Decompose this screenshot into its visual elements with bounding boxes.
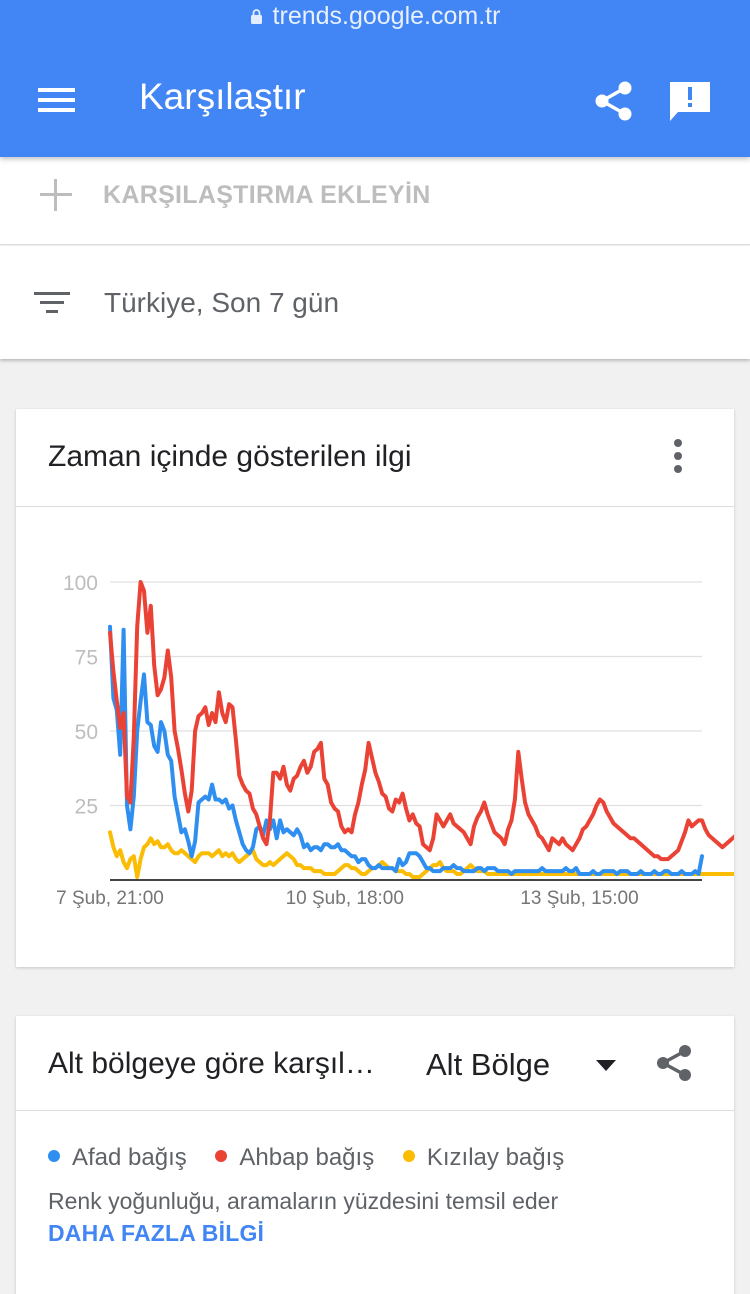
card-title: Zaman içinde gösterilen ilgi: [48, 440, 412, 473]
plus-icon: [40, 179, 72, 211]
x-tick-label: 7 Şub, 21:00: [56, 888, 164, 909]
more-vert-icon[interactable]: [668, 439, 688, 475]
x-tick-label: 13 Şub, 15:00: [520, 888, 638, 909]
lock-icon: [250, 9, 262, 24]
region-dropdown[interactable]: Alt Bölge: [426, 1043, 626, 1087]
add-comparison-button[interactable]: KARŞILAŞTIRMA EKLEYİN: [0, 157, 750, 245]
filter-bar[interactable]: Türkiye, Son 7 gün: [0, 246, 750, 359]
feedback-icon[interactable]: [668, 80, 712, 122]
x-tick-label: 10 Şub, 18:00: [286, 888, 404, 909]
learn-more-link[interactable]: DAHA FAZLA BİLGİ: [48, 1220, 264, 1247]
filter-label: Türkiye, Son 7 gün: [104, 287, 340, 318]
series-line: [108, 624, 704, 876]
app-bar: trends.google.com.tr Karşılaştır: [0, 0, 750, 157]
y-tick-label: 75: [75, 647, 98, 670]
legend-dot: [48, 1150, 60, 1162]
url-text: trends.google.com.tr: [272, 2, 501, 30]
card-title: Alt bölgeye göre karşıl…: [48, 1047, 375, 1080]
legend-label: Afad bağış: [72, 1144, 187, 1171]
card-header: Alt bölgeye göre karşıl… Alt Bölge: [16, 1016, 734, 1111]
legend-label: Kızılay bağış: [426, 1144, 565, 1171]
legend-dot: [402, 1150, 415, 1162]
share-icon[interactable]: [593, 80, 635, 122]
interest-over-time-card: Zaman içinde gösterilen ilgi 25 50 75 100 7 …: [16, 409, 734, 967]
legend-item: Afad bağış: [48, 1144, 187, 1172]
color-intensity-note: Renk yoğunluğu, aramaların yüzdesini tem…: [48, 1188, 559, 1214]
page-title: Karşılaştır: [139, 76, 306, 117]
legend-item: Kızılay bağış: [402, 1144, 565, 1172]
legend-dot: [215, 1150, 228, 1162]
filter-icon: [34, 292, 70, 316]
share-icon[interactable]: [654, 1043, 694, 1083]
legend: Afad bağış Ahbap bağış Kızılay bağış: [48, 1144, 586, 1174]
menu-icon[interactable]: [38, 88, 76, 114]
subregion-card: Alt bölgeye göre karşıl… Alt Bölge Afad …: [16, 1016, 734, 1294]
region-dropdown-value: Alt Bölge: [426, 1047, 551, 1082]
y-tick-label: 50: [75, 721, 98, 744]
browser-url[interactable]: trends.google.com.tr: [0, 2, 750, 31]
series-line: [108, 580, 734, 862]
legend-item: Ahbap bağış: [215, 1144, 374, 1172]
y-tick-label: 25: [75, 796, 98, 819]
legend-label: Ahbap bağış: [239, 1144, 375, 1171]
interest-line-chart[interactable]: 25 50 75 100 7 Şub, 21:00 10 Şub, 18:00 13 Şub…: [16, 507, 734, 967]
card-header: Zaman içinde gösterilen ilgi: [16, 409, 734, 507]
y-tick-label: 100: [63, 572, 98, 595]
add-comparison-label: KARŞILAŞTIRMA EKLEYİN: [103, 181, 431, 209]
chevron-down-icon: [596, 1060, 616, 1071]
